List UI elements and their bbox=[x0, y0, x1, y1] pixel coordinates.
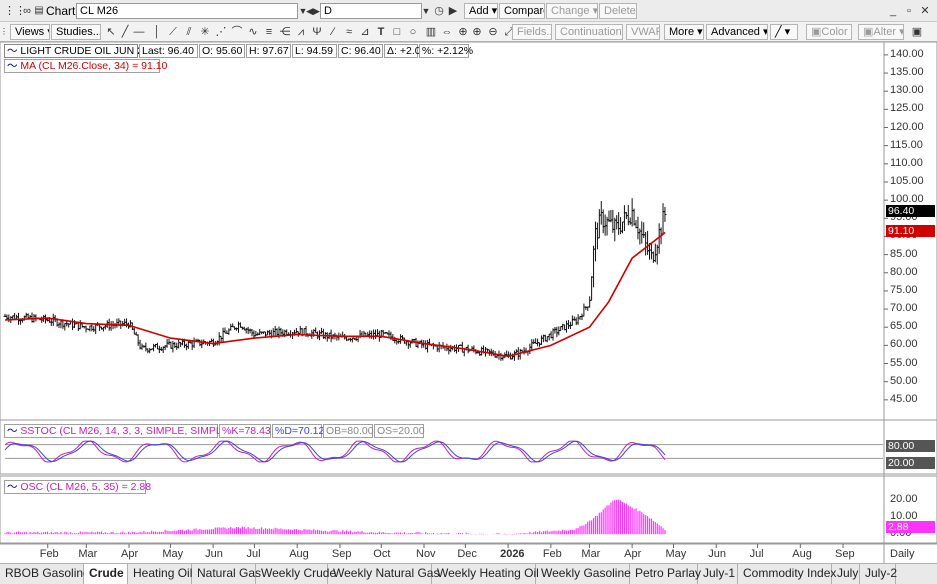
price-tick-label: 70.00 bbox=[890, 302, 918, 315]
time-tick-label: Sep bbox=[331, 548, 352, 560]
page-tab[interactable]: Natural Gas bbox=[192, 564, 261, 584]
price-tick-label: 75.00 bbox=[890, 283, 918, 296]
time-tick-label: Nov bbox=[416, 548, 436, 560]
chart-window: ⋮⋮ ∞ ▤ Chart CL M26 ▼ ◀▶ D ▼ ◷ ▶ Add ▾ C… bbox=[0, 0, 937, 584]
page-tab[interactable]: July-2 bbox=[860, 564, 897, 584]
ma-value-tag: 91.10 bbox=[886, 225, 935, 237]
time-tick-label: Jun bbox=[708, 548, 726, 560]
os-tag: 20.00 bbox=[886, 457, 935, 469]
price-tick-label: 50.00 bbox=[890, 374, 918, 387]
price-tick-label: 55.00 bbox=[890, 356, 918, 369]
price-pane-border bbox=[0, 41, 937, 421]
time-tick-label: May bbox=[665, 548, 687, 560]
legend-symbol-name[interactable]: 〜 LIGHT CRUDE OIL JUN 26 bbox=[4, 44, 149, 58]
osc-value-tag: 2.88 bbox=[886, 521, 935, 533]
time-tick-label: Daily bbox=[890, 548, 915, 560]
page-tab[interactable]: Weekly Natural Gas bbox=[328, 564, 439, 584]
price-tick-label: 130.00 bbox=[890, 84, 924, 97]
sstoc-os: OS=20.00 bbox=[374, 424, 425, 438]
price-tick-label: 100.00 bbox=[890, 193, 924, 206]
last-price-tag: 96.40 bbox=[886, 205, 935, 217]
time-tick-label: 2026 bbox=[500, 548, 525, 560]
time-tick-label: Aug bbox=[792, 548, 812, 560]
oscillator-pane[interactable] bbox=[4, 499, 666, 535]
chart-area[interactable] bbox=[0, 0, 937, 584]
sstoc-d: %D=70.12 bbox=[272, 424, 324, 438]
legend-open: O: 95.60 bbox=[199, 44, 245, 58]
sstoc-legend-text: SSTOC (CL M26, 14, 3, 3, SIMPLE, SIMPLE) bbox=[20, 425, 233, 437]
legend-last: Last: 96.40 bbox=[139, 44, 198, 58]
time-tick-label: Jul bbox=[749, 548, 764, 560]
time-tick-label: Aug bbox=[289, 548, 309, 560]
price-tick-label: 60.00 bbox=[890, 338, 918, 351]
page-tab[interactable]: Weekly Gasoline bbox=[536, 564, 631, 584]
page-tab[interactable]: Heating Oil bbox=[128, 564, 192, 584]
sstoc-ob: OB=80.00 bbox=[323, 424, 374, 438]
page-tab[interactable]: Petro Parlay bbox=[630, 564, 701, 584]
price-tick-label: 65.00 bbox=[890, 320, 918, 333]
time-tick-label: Dec bbox=[457, 548, 477, 560]
time-tick-label: Jul bbox=[246, 548, 261, 560]
page-tab[interactable]: RBOB Gasoline bbox=[0, 564, 90, 584]
price-tick-label: 80.00 bbox=[890, 265, 918, 278]
page-tab[interactable]: Weekly Heating Oil bbox=[432, 564, 539, 584]
sstoc-legend-name[interactable]: 〜 SSTOC (CL M26, 14, 3, 3, SIMPLE, SIMPL… bbox=[4, 424, 232, 438]
stochastic-pane[interactable] bbox=[4, 440, 883, 463]
osc-legend[interactable]: 〜 OSC (CL M26, 5, 35) = 2.88 bbox=[4, 480, 151, 494]
ma-legend[interactable]: 〜 MA (CL M26.Close, 34) = 91.10 bbox=[4, 59, 167, 73]
ma-legend-text: MA (CL M26.Close, 34) = 91.10 bbox=[20, 60, 168, 72]
legend-close: C: 96.40 bbox=[338, 44, 383, 58]
page-tab[interactable]: Crude bbox=[84, 564, 128, 584]
time-tick-label: Apr bbox=[624, 548, 642, 560]
time-tick-label: Feb bbox=[39, 548, 59, 560]
ob-tag: 80.00 bbox=[886, 440, 935, 452]
page-tab[interactable]: July-1 bbox=[698, 564, 738, 584]
legend-name-text: LIGHT CRUDE OIL JUN 26 bbox=[20, 45, 149, 57]
time-tick-label: May bbox=[162, 548, 184, 560]
page-tab[interactable]: Weekly Crude bbox=[256, 564, 336, 584]
price-tick-label: 45.00 bbox=[890, 392, 918, 405]
osc-legend-text: OSC (CL M26, 5, 35) = 2.88 bbox=[20, 481, 152, 493]
price-tick-label: 125.00 bbox=[890, 102, 924, 115]
price-tick-label: 120.00 bbox=[890, 120, 924, 133]
page-tab[interactable]: Commodity Index bbox=[738, 564, 836, 584]
price-tick-label: 85.00 bbox=[890, 247, 918, 260]
price-tick-label: 115.00 bbox=[890, 138, 923, 151]
page-tab[interactable]: July bbox=[832, 564, 860, 584]
time-tick-label: Mar bbox=[78, 548, 98, 560]
price-tick-label: 135.00 bbox=[890, 66, 924, 79]
sstoc-k: %K=78.43 bbox=[219, 424, 271, 438]
page-tabs: RBOB Gasoline Crude Heating Oil Natural Gas… bbox=[0, 563, 937, 584]
time-tick-label: Feb bbox=[542, 548, 562, 560]
price-tick-label: 110.00 bbox=[890, 156, 923, 169]
legend-high: H: 97.67 bbox=[246, 44, 291, 58]
legend-low: L: 94.59 bbox=[292, 44, 337, 58]
legend-delta: Δ: +2.00 bbox=[384, 44, 426, 58]
price-tick-label: 105.00 bbox=[890, 174, 924, 187]
price-tick-label: 140.00 bbox=[890, 47, 924, 60]
time-tick-label: Jun bbox=[205, 548, 223, 560]
time-tick-label: Mar bbox=[581, 548, 601, 560]
time-tick-label: Oct bbox=[373, 548, 391, 560]
time-tick-label: Sep bbox=[835, 548, 855, 560]
time-tick-label: Apr bbox=[121, 548, 139, 560]
legend-percent: %: +2.12% bbox=[419, 44, 473, 58]
osc-tick-label: 20.00 bbox=[890, 493, 918, 506]
